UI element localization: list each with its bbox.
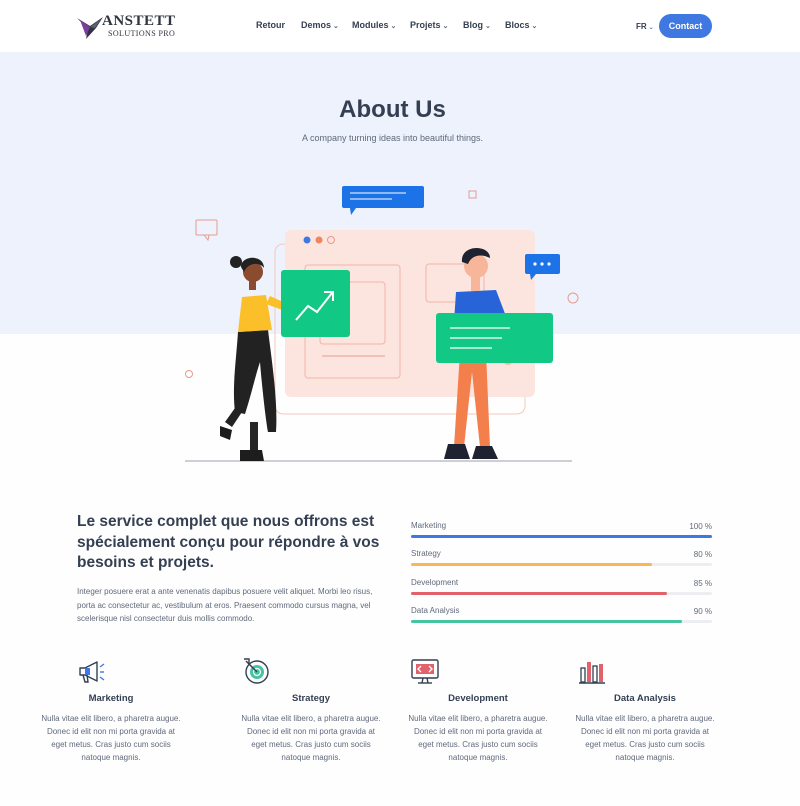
chevron-down-icon: ⌄ — [531, 23, 538, 30]
nav-label: Blocs — [505, 20, 530, 30]
nav-item-retour[interactable]: Retour — [256, 20, 285, 30]
progress-track — [411, 563, 712, 566]
nav-label: Retour — [256, 20, 285, 30]
language-switcher[interactable]: FR ⌄ — [636, 22, 654, 31]
nav-item-blocs[interactable]: Blocs ⌄ — [505, 20, 537, 30]
language-label: FR — [636, 22, 647, 31]
nav-label: Projets — [410, 20, 441, 30]
feature-title: Marketing — [88, 693, 134, 704]
chevron-down-icon: ⌄ — [333, 23, 339, 30]
feature-title: Strategy — [291, 693, 330, 704]
feature-text: Nulla vitae elit libero, a pharetra augu… — [408, 714, 548, 762]
team-illustration — [185, 186, 579, 462]
megaphone-icon — [79, 661, 105, 683]
page-subtitle: A company turning ideas into beautiful t… — [301, 133, 484, 143]
skill-label: Strategy — [411, 549, 441, 558]
monitor-code-icon — [411, 659, 439, 684]
about-paragraph: Integer posuere erat a ante venenatis da… — [77, 587, 373, 623]
progress-track — [411, 620, 712, 623]
feature-text: Nulla vitae elit libero, a pharetra augu… — [41, 714, 181, 762]
progress-track — [411, 535, 712, 538]
brand-name: ANSTETT — [102, 13, 176, 29]
site-header: ANSTETT SOLUTIONS PRO Retour Demos ⌄ Modu… — [0, 0, 800, 52]
chevron-down-icon: ⌄ — [390, 23, 397, 30]
brand-tagline: SOLUTIONS PRO — [108, 29, 176, 38]
nav-item-blog[interactable]: Blog ⌄ — [463, 20, 491, 30]
nav-item-demos[interactable]: Demos ⌄ — [301, 20, 339, 30]
skill-development: Development 85 % — [411, 578, 712, 606]
bar-chart-icon — [579, 662, 605, 684]
about-headline: Le service complet que nous offrons est … — [77, 513, 380, 571]
feature-text: Nulla vitae elit libero, a pharetra augu… — [575, 714, 715, 762]
progress-fill — [411, 592, 667, 595]
chevron-down-icon: ⌄ — [485, 23, 491, 30]
skill-marketing: Marketing 100 % — [411, 521, 712, 549]
chevron-down-icon: ⌄ — [648, 25, 654, 31]
nav-label: Blog — [463, 20, 483, 30]
nav-label: Demos — [301, 20, 332, 30]
chevron-down-icon: ⌄ — [442, 23, 449, 30]
progress-fill — [411, 620, 682, 623]
brand-logo[interactable]: ANSTETT SOLUTIONS PRO — [76, 12, 186, 44]
progress-track — [411, 592, 712, 595]
progress-fill — [411, 535, 712, 538]
skill-strategy: Strategy 80 % — [411, 549, 712, 577]
target-icon — [244, 658, 269, 684]
nav-item-modules[interactable]: Modules ⌄ — [352, 20, 396, 30]
skill-label: Development — [411, 578, 459, 587]
feature-title: Data Analysis — [614, 693, 676, 704]
skill-data-analysis: Data Analysis 90 % — [411, 606, 712, 634]
skill-percent: 90 % — [693, 607, 712, 616]
page-title: About Us — [339, 96, 446, 123]
skill-percent: 100 % — [689, 522, 712, 531]
skill-label: Marketing — [411, 521, 447, 530]
nav-item-projets[interactable]: Projets ⌄ — [410, 20, 448, 30]
nav-label: Modules — [352, 20, 389, 30]
skill-label: Data Analysis — [411, 606, 460, 615]
progress-fill — [411, 563, 652, 566]
contact-button[interactable]: Contact — [659, 14, 712, 38]
skill-percent: 80 % — [693, 550, 712, 559]
feature-title: Development — [448, 693, 508, 704]
skill-percent: 85 % — [693, 579, 712, 588]
feature-text: Nulla vitae elit libero, a pharetra augu… — [241, 714, 381, 762]
